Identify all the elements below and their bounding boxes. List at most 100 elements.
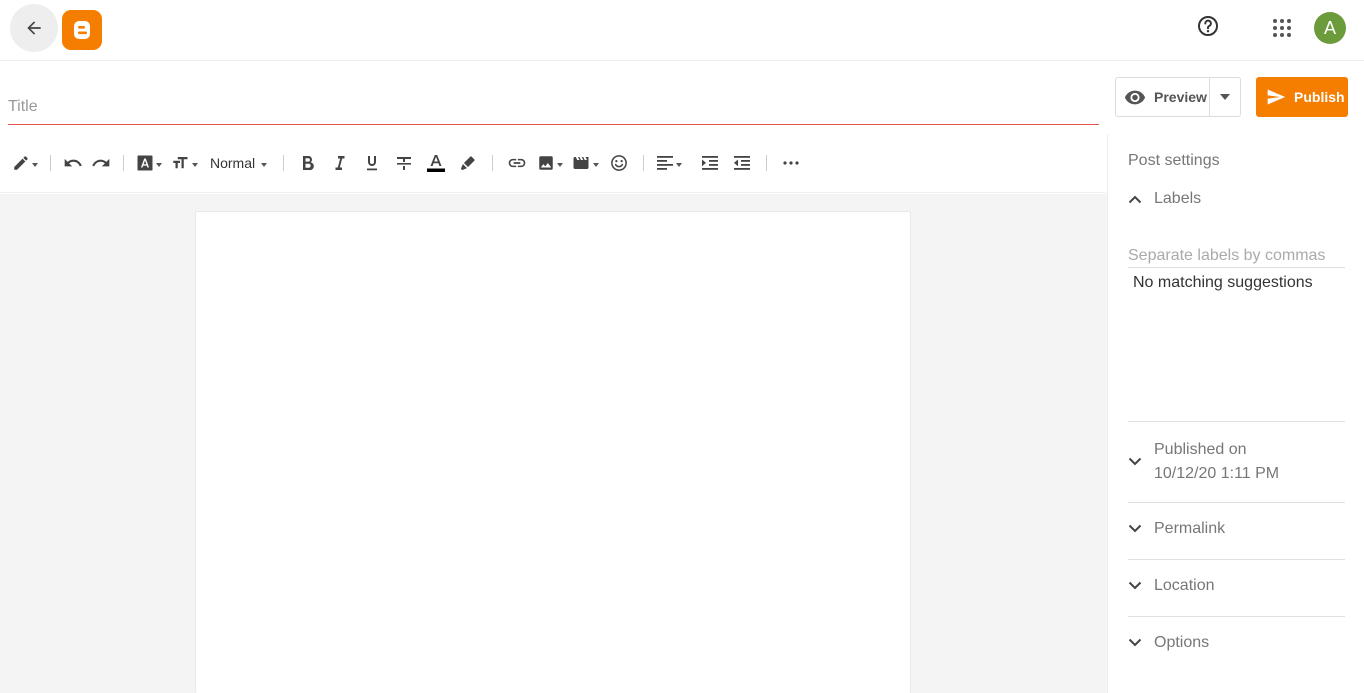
outdent-icon [734, 156, 751, 170]
labels-section-header[interactable]: Labels [1128, 190, 1345, 208]
caret-icon [593, 163, 600, 167]
published-on-label: Published on [1154, 441, 1247, 458]
section-divider [1128, 421, 1345, 422]
toolbar-divider [492, 155, 494, 171]
insert-video-button[interactable] [567, 147, 603, 179]
options-label: Options [1154, 634, 1210, 651]
eye-icon [1124, 90, 1146, 105]
caret-icon [261, 163, 268, 167]
toolbar-divider [643, 155, 645, 171]
published-section-header[interactable]: Published on 10/12/20 1:11 PM [1128, 438, 1345, 486]
permalink-label: Permalink [1154, 520, 1226, 537]
highlight-button[interactable] [452, 147, 484, 179]
insert-image-button[interactable] [533, 147, 567, 179]
align-left-icon [657, 156, 674, 170]
options-section-header[interactable]: Options [1128, 634, 1345, 652]
redo-button[interactable] [87, 147, 115, 179]
strikethrough-button[interactable] [388, 147, 420, 179]
insert-link-button[interactable] [501, 147, 533, 179]
indent-button[interactable] [694, 147, 726, 179]
more-options-button[interactable] [775, 147, 807, 179]
bold-icon [303, 156, 314, 171]
caret-icon [192, 163, 198, 167]
no-matching-suggestions: No matching suggestions [1133, 274, 1313, 291]
font-icon [137, 155, 153, 171]
bold-button[interactable] [292, 147, 324, 179]
post-settings-title: Post settings [1128, 152, 1220, 169]
image-icon [539, 156, 553, 170]
caret-down-icon [1220, 94, 1230, 100]
undo-button[interactable] [59, 147, 87, 179]
blogger-icon [74, 21, 90, 39]
pencil-icon [14, 156, 28, 170]
preview-dropdown-button[interactable] [1210, 78, 1240, 116]
section-divider [1128, 502, 1345, 503]
outdent-button[interactable] [726, 147, 758, 179]
underline-icon [367, 156, 378, 171]
more-horizontal-icon [783, 161, 799, 165]
redo-icon [92, 158, 110, 167]
underline-button[interactable] [356, 147, 388, 179]
caret-icon [32, 163, 38, 167]
section-divider [1128, 559, 1345, 560]
strikethrough-icon [397, 157, 412, 170]
back-button[interactable] [10, 4, 58, 52]
labels-heading: Labels [1154, 190, 1202, 207]
compose-mode-button[interactable] [8, 147, 42, 179]
post-body-editor[interactable] [195, 211, 911, 693]
location-label: Location [1154, 577, 1215, 594]
caret-icon [557, 163, 564, 167]
blogger-logo[interactable] [62, 10, 102, 50]
highlighter-icon [461, 156, 475, 171]
section-divider [1128, 616, 1345, 617]
italic-button[interactable] [324, 147, 356, 179]
caret-icon [156, 163, 162, 167]
text-color-button[interactable] [420, 147, 452, 179]
title-input[interactable] [8, 92, 1099, 122]
caret-icon [676, 163, 683, 167]
toolbar-divider [283, 155, 285, 171]
post-settings-panel: Post settings Labels No matching suggest… [1107, 134, 1364, 693]
arrow-back-icon [27, 21, 41, 35]
apps-button[interactable] [1266, 12, 1298, 44]
help-button[interactable] [1192, 10, 1224, 42]
paragraph-format-select[interactable]: Normal [202, 155, 275, 171]
location-section-header[interactable]: Location [1128, 577, 1345, 595]
top-bar: A [0, 0, 1364, 61]
chevron-down-icon [1128, 524, 1142, 533]
published-on-date: 10/12/20 1:11 PM [1154, 465, 1280, 482]
chevron-down-icon [1128, 457, 1142, 466]
title-field-wrapper [8, 92, 1099, 125]
italic-icon [335, 156, 345, 170]
avatar[interactable]: A [1314, 12, 1346, 44]
font-button[interactable] [132, 147, 166, 179]
send-icon [1267, 89, 1286, 105]
chevron-up-icon [1128, 195, 1142, 204]
font-size-button[interactable] [166, 147, 202, 179]
toolbar-divider [50, 155, 51, 171]
editor-toolbar: Normal [0, 134, 1106, 193]
text-size-icon [173, 157, 188, 169]
indent-icon [702, 156, 719, 170]
published-on-text: Published on 10/12/20 1:11 PM [1154, 438, 1279, 486]
chevron-down-icon [1128, 638, 1142, 647]
align-button[interactable] [652, 147, 686, 179]
toolbar-divider [123, 155, 124, 171]
undo-icon [64, 158, 82, 167]
emoji-icon [611, 155, 627, 171]
preview-group: Preview [1115, 77, 1241, 117]
help-icon [1198, 16, 1218, 36]
publish-label: Publish [1294, 89, 1345, 105]
toolbar-divider [766, 155, 768, 171]
preview-label: Preview [1154, 89, 1207, 105]
paragraph-format-value: Normal [210, 155, 256, 171]
insert-emoji-button[interactable] [603, 147, 635, 179]
link-icon [508, 158, 526, 168]
preview-button[interactable]: Preview [1116, 78, 1210, 116]
labels-input[interactable] [1128, 244, 1345, 268]
apps-grid-icon [1273, 19, 1291, 37]
chevron-down-icon [1128, 581, 1142, 590]
publish-button[interactable]: Publish [1256, 77, 1348, 117]
video-icon [573, 157, 589, 169]
permalink-section-header[interactable]: Permalink [1128, 520, 1345, 538]
